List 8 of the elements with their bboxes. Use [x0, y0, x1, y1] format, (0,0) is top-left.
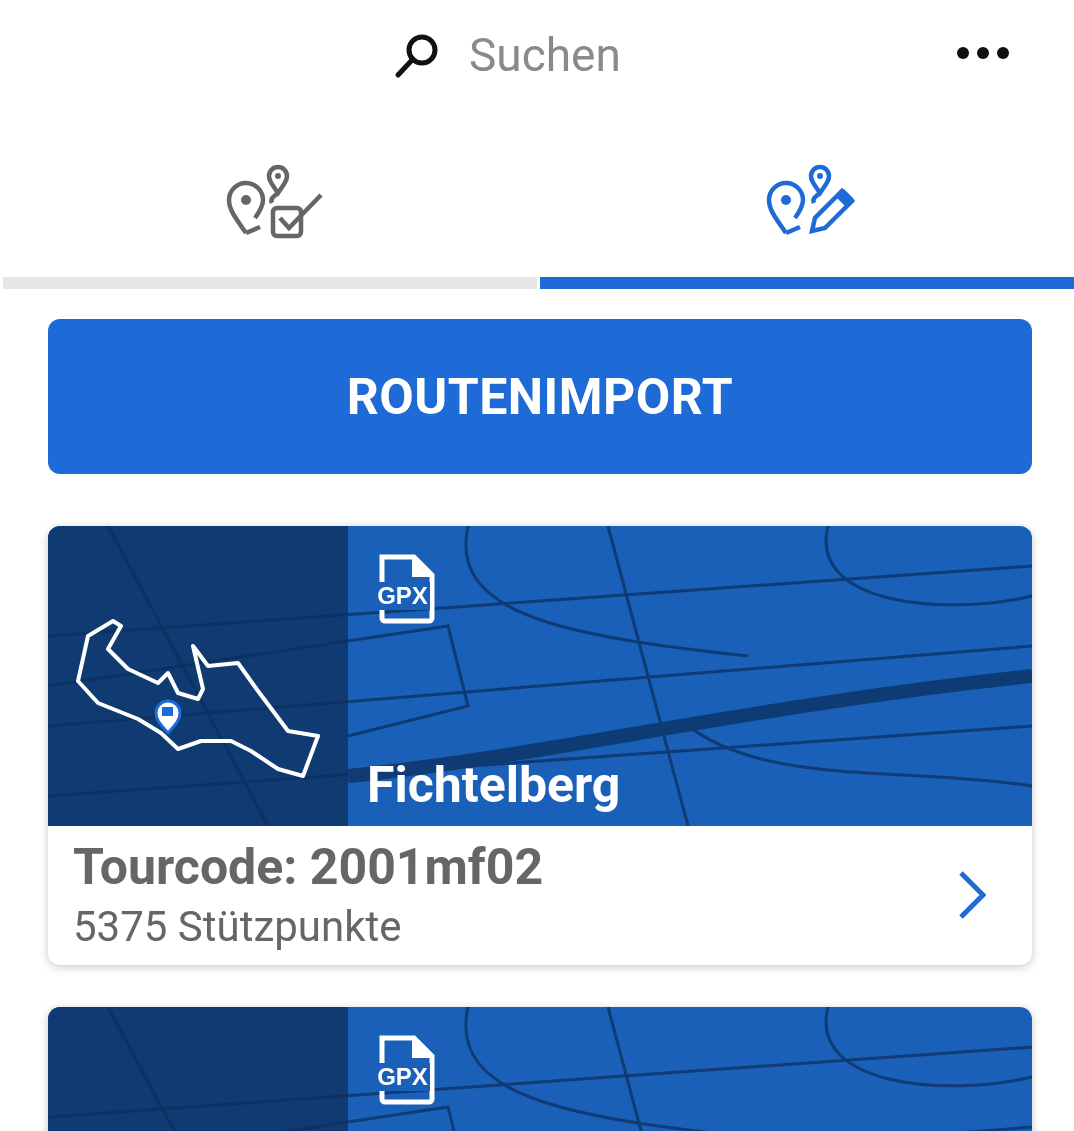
search-field[interactable]: Suchen	[469, 28, 689, 82]
tour-code: Tourcode: 2001mf02	[73, 838, 545, 896]
route-card[interactable]: GPX	[48, 1007, 1032, 1131]
route-import-button[interactable]: ROUTENIMPORT	[48, 319, 1032, 474]
route-title: Fichtelberg	[367, 756, 621, 814]
chevron-right-icon	[958, 869, 986, 920]
route-card[interactable]: GPX Fichtelberg Tourcode: 2001mf02 5375 Stützpunkte	[48, 526, 1032, 965]
waypoint-count: 5375 Stützpunkte	[73, 902, 403, 951]
